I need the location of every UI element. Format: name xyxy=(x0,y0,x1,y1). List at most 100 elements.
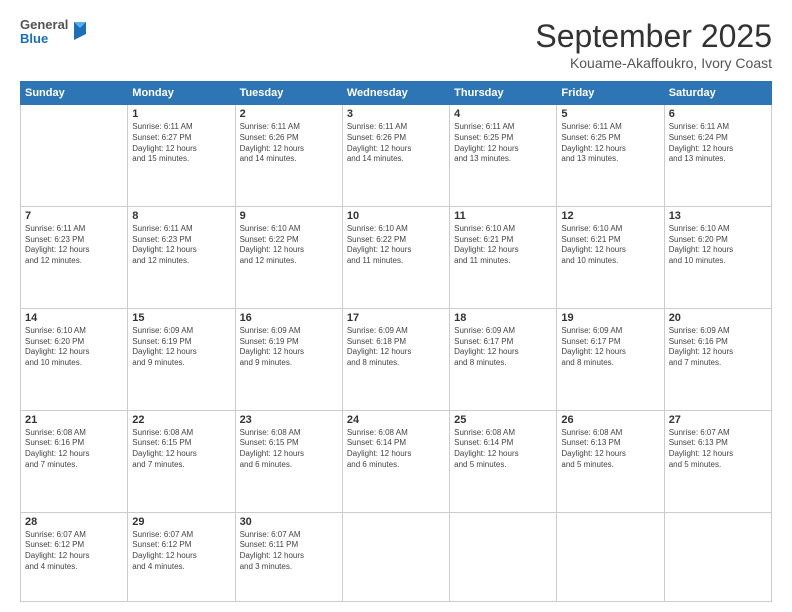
table-row xyxy=(342,512,449,602)
col-thursday: Thursday xyxy=(450,82,557,105)
table-row: 9Sunrise: 6:10 AM Sunset: 6:22 PM Daylig… xyxy=(235,206,342,308)
table-row: 24 Sunrise: 6:08 AM Sunset: 6:14 PM Dayli… xyxy=(342,410,449,512)
month-title: September 2025 xyxy=(535,18,772,55)
table-row: 1Sunrise: 6:11 AM Sunset: 6:27 PM Daylig… xyxy=(128,105,235,207)
day-info: Sunrise: 6:08 AM Sunset: 6:13 PM Dayligh… xyxy=(561,428,659,471)
table-row: 6 Sunrise: 6:11 AM Sunset: 6:24 PM Daylig… xyxy=(664,105,771,207)
day-info: Sunrise: 6:11 AM Sunset: 6:26 PM Dayligh… xyxy=(347,122,445,165)
day-info: Sunrise: 6:09 AM Sunset: 6:17 PM Dayligh… xyxy=(561,326,659,369)
day-info: Sunrise: 6:11 AM Sunset: 6:24 PM Dayligh… xyxy=(669,122,767,165)
col-sunday: Sunday xyxy=(21,82,128,105)
table-row: 16 Sunrise: 6:09 AM Sunset: 6:19 PM Dayli… xyxy=(235,308,342,410)
day-info: Sunrise: 6:09 AM Sunset: 6:18 PM Dayligh… xyxy=(347,326,445,369)
day-number: 30 xyxy=(240,516,338,528)
day-number: 5 xyxy=(561,108,659,120)
table-row: 5 Sunrise: 6:11 AM Sunset: 6:25 PM Daylig… xyxy=(557,105,664,207)
logo-icon xyxy=(70,20,88,42)
day-info: Sunrise: 6:10 AM Sunset: 6:20 PM Dayligh… xyxy=(25,326,123,369)
table-row: 18Sunrise: 6:09 AM Sunset: 6:17 PM Dayli… xyxy=(450,308,557,410)
day-number: 8 xyxy=(132,210,230,222)
day-info: Sunrise: 6:09 AM Sunset: 6:19 PM Dayligh… xyxy=(132,326,230,369)
table-row: 28 Sunrise: 6:07 AM Sunset: 6:12 PM Dayli… xyxy=(21,512,128,602)
col-saturday: Saturday xyxy=(664,82,771,105)
calendar-week-row: 7Sunrise: 6:11 AM Sunset: 6:23 PM Daylig… xyxy=(21,206,772,308)
day-info: Sunrise: 6:10 AM Sunset: 6:22 PM Dayligh… xyxy=(347,224,445,267)
day-info: Sunrise: 6:11 AM Sunset: 6:23 PM Dayligh… xyxy=(25,224,123,267)
day-info: Sunrise: 6:10 AM Sunset: 6:20 PM Dayligh… xyxy=(669,224,767,267)
day-info: Sunrise: 6:11 AM Sunset: 6:26 PM Dayligh… xyxy=(240,122,338,165)
table-row: 8 Sunrise: 6:11 AM Sunset: 6:23 PM Daylig… xyxy=(128,206,235,308)
day-number: 19 xyxy=(561,312,659,324)
table-row: 22Sunrise: 6:08 AM Sunset: 6:15 PM Dayli… xyxy=(128,410,235,512)
day-info: Sunrise: 6:08 AM Sunset: 6:14 PM Dayligh… xyxy=(347,428,445,471)
table-row: 17 Sunrise: 6:09 AM Sunset: 6:18 PM Dayli… xyxy=(342,308,449,410)
day-number: 3 xyxy=(347,108,445,120)
day-number: 26 xyxy=(561,414,659,426)
day-info: Sunrise: 6:10 AM Sunset: 6:21 PM Dayligh… xyxy=(561,224,659,267)
title-block: September 2025 Kouame-Akaffoukro, Ivory … xyxy=(535,18,772,71)
table-row: 10 Sunrise: 6:10 AM Sunset: 6:22 PM Dayli… xyxy=(342,206,449,308)
day-number: 2 xyxy=(240,108,338,120)
calendar-week-row: 1Sunrise: 6:11 AM Sunset: 6:27 PM Daylig… xyxy=(21,105,772,207)
day-info: Sunrise: 6:10 AM Sunset: 6:21 PM Dayligh… xyxy=(454,224,552,267)
day-info: Sunrise: 6:07 AM Sunset: 6:13 PM Dayligh… xyxy=(669,428,767,471)
logo-text: General Blue xyxy=(20,18,68,47)
day-number: 12 xyxy=(561,210,659,222)
day-number: 4 xyxy=(454,108,552,120)
calendar-table: Sunday Monday Tuesday Wednesday Thursday… xyxy=(20,81,772,602)
logo: General Blue xyxy=(20,18,88,47)
day-number: 11 xyxy=(454,210,552,222)
page: General Blue September 2025 Kouame-Akaff… xyxy=(0,0,792,612)
table-row: 21 Sunrise: 6:08 AM Sunset: 6:16 PM Dayli… xyxy=(21,410,128,512)
day-number: 6 xyxy=(669,108,767,120)
col-tuesday: Tuesday xyxy=(235,82,342,105)
logo-general: General xyxy=(20,18,68,32)
table-row: 25Sunrise: 6:08 AM Sunset: 6:14 PM Dayli… xyxy=(450,410,557,512)
day-number: 17 xyxy=(347,312,445,324)
day-info: Sunrise: 6:07 AM Sunset: 6:12 PM Dayligh… xyxy=(25,530,123,573)
table-row: 23Sunrise: 6:08 AM Sunset: 6:15 PM Dayli… xyxy=(235,410,342,512)
day-info: Sunrise: 6:11 AM Sunset: 6:23 PM Dayligh… xyxy=(132,224,230,267)
day-number: 24 xyxy=(347,414,445,426)
day-info: Sunrise: 6:07 AM Sunset: 6:11 PM Dayligh… xyxy=(240,530,338,573)
day-number: 21 xyxy=(25,414,123,426)
day-info: Sunrise: 6:07 AM Sunset: 6:12 PM Dayligh… xyxy=(132,530,230,573)
table-row xyxy=(21,105,128,207)
day-info: Sunrise: 6:11 AM Sunset: 6:25 PM Dayligh… xyxy=(454,122,552,165)
col-monday: Monday xyxy=(128,82,235,105)
table-row: 7Sunrise: 6:11 AM Sunset: 6:23 PM Daylig… xyxy=(21,206,128,308)
header: General Blue September 2025 Kouame-Akaff… xyxy=(20,18,772,71)
day-number: 13 xyxy=(669,210,767,222)
logo-blue: Blue xyxy=(20,32,68,46)
day-info: Sunrise: 6:11 AM Sunset: 6:27 PM Dayligh… xyxy=(132,122,230,165)
day-number: 29 xyxy=(132,516,230,528)
day-number: 9 xyxy=(240,210,338,222)
table-row: 27 Sunrise: 6:07 AM Sunset: 6:13 PM Dayli… xyxy=(664,410,771,512)
table-row xyxy=(450,512,557,602)
day-info: Sunrise: 6:09 AM Sunset: 6:19 PM Dayligh… xyxy=(240,326,338,369)
calendar-week-row: 21 Sunrise: 6:08 AM Sunset: 6:16 PM Dayli… xyxy=(21,410,772,512)
calendar-week-row: 14Sunrise: 6:10 AM Sunset: 6:20 PM Dayli… xyxy=(21,308,772,410)
table-row: 29 Sunrise: 6:07 AM Sunset: 6:12 PM Dayli… xyxy=(128,512,235,602)
day-number: 28 xyxy=(25,516,123,528)
table-row: 12 Sunrise: 6:10 AM Sunset: 6:21 PM Dayli… xyxy=(557,206,664,308)
day-number: 16 xyxy=(240,312,338,324)
day-number: 27 xyxy=(669,414,767,426)
location: Kouame-Akaffoukro, Ivory Coast xyxy=(535,55,772,71)
day-info: Sunrise: 6:08 AM Sunset: 6:16 PM Dayligh… xyxy=(25,428,123,471)
day-number: 20 xyxy=(669,312,767,324)
table-row: 30 Sunrise: 6:07 AM Sunset: 6:11 PM Dayli… xyxy=(235,512,342,602)
day-number: 10 xyxy=(347,210,445,222)
table-row: 14Sunrise: 6:10 AM Sunset: 6:20 PM Dayli… xyxy=(21,308,128,410)
table-row: 13 Sunrise: 6:10 AM Sunset: 6:20 PM Dayli… xyxy=(664,206,771,308)
table-row: 11 Sunrise: 6:10 AM Sunset: 6:21 PM Dayli… xyxy=(450,206,557,308)
calendar-week-row: 28 Sunrise: 6:07 AM Sunset: 6:12 PM Dayli… xyxy=(21,512,772,602)
table-row xyxy=(664,512,771,602)
table-row: 19 Sunrise: 6:09 AM Sunset: 6:17 PM Dayli… xyxy=(557,308,664,410)
day-info: Sunrise: 6:09 AM Sunset: 6:17 PM Dayligh… xyxy=(454,326,552,369)
day-info: Sunrise: 6:11 AM Sunset: 6:25 PM Dayligh… xyxy=(561,122,659,165)
table-row: 20Sunrise: 6:09 AM Sunset: 6:16 PM Dayli… xyxy=(664,308,771,410)
table-row xyxy=(557,512,664,602)
day-number: 25 xyxy=(454,414,552,426)
calendar-header-row: Sunday Monday Tuesday Wednesday Thursday… xyxy=(21,82,772,105)
